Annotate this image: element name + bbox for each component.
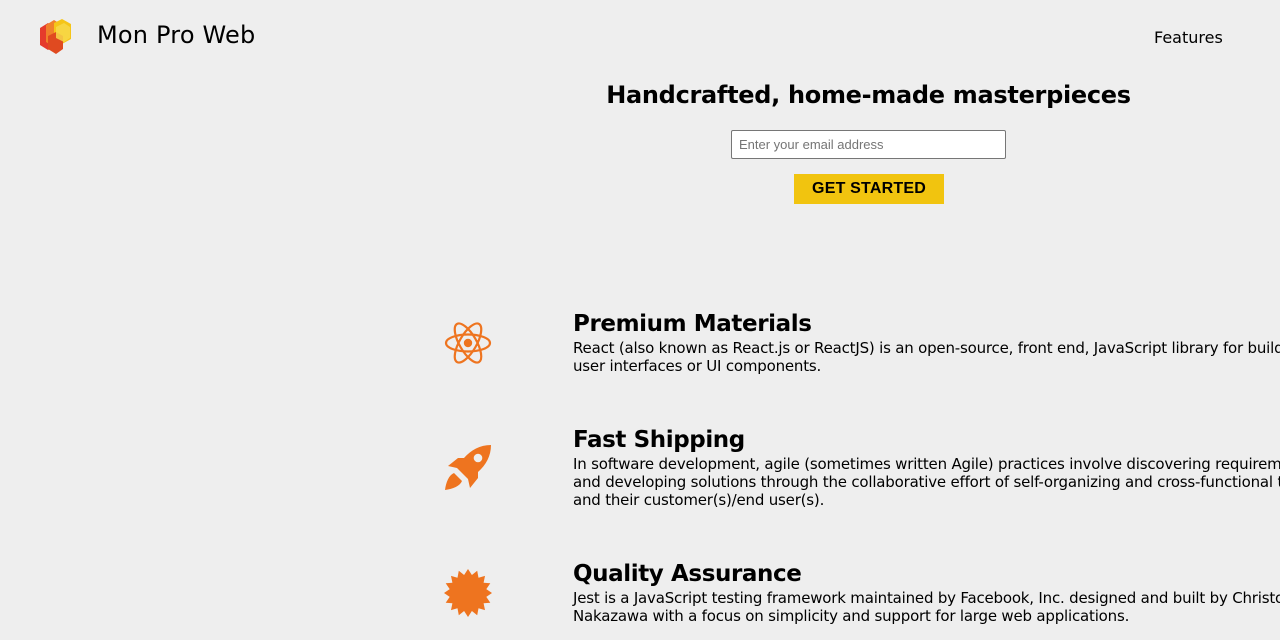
feature-text-fast-shipping: In software development, agile (sometime…	[573, 455, 1280, 509]
feature-text-quality-assurance: Jest is a JavaScript testing framework m…	[573, 589, 1280, 625]
feature-title-premium-materials: Premium Materials	[573, 311, 812, 337]
rocket-icon	[445, 445, 491, 490]
get-started-button[interactable]: GET STARTED	[794, 174, 944, 204]
hero-title: Handcrafted, home-made masterpieces	[606, 81, 1131, 109]
brand-name: Mon Pro Web	[97, 21, 256, 49]
email-input[interactable]	[731, 130, 1006, 159]
feature-title-fast-shipping: Fast Shipping	[573, 427, 745, 453]
react-atom-icon	[444, 322, 492, 364]
feature-title-quality-assurance: Quality Assurance	[573, 561, 802, 587]
logo-icon	[40, 19, 71, 54]
feature-text-premium-materials: React (also known as React.js or ReactJS…	[573, 339, 1280, 375]
page: Mon Pro Web Features Handcrafted, home-m…	[0, 0, 1280, 640]
nav-link-features[interactable]: Features	[1154, 28, 1223, 48]
badge-icon	[444, 569, 492, 617]
